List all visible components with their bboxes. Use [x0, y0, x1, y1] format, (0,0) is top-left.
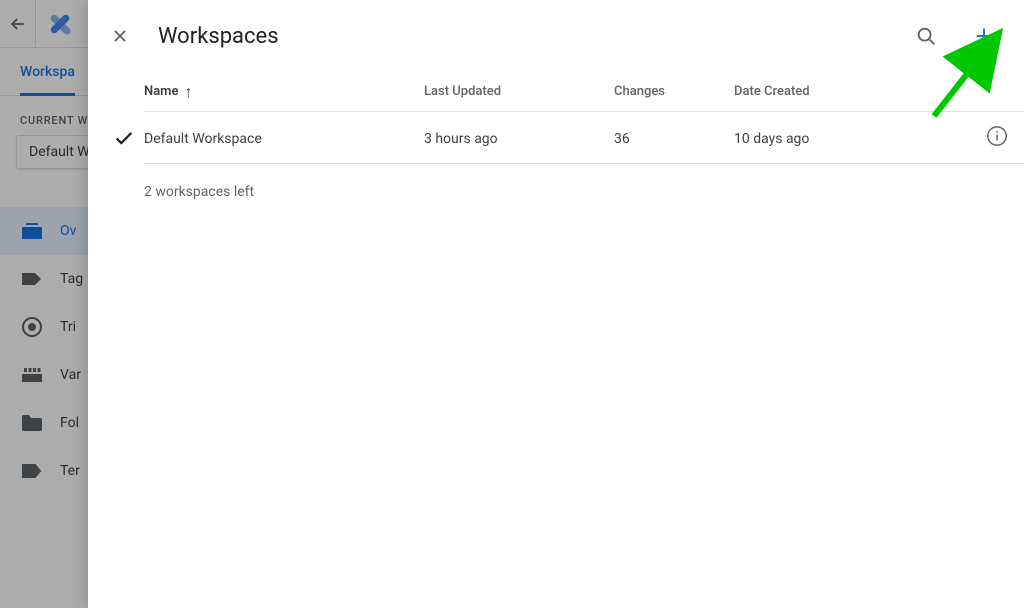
workspaces-left-note: 2 workspaces left	[144, 164, 1024, 220]
col-changes-header[interactable]: Changes	[614, 84, 734, 99]
row-updated: 3 hours ago	[424, 129, 614, 147]
workspaces-modal: Workspaces Name ↑ Last Updated Changes D…	[88, 0, 1024, 608]
col-name-header[interactable]: Name ↑	[144, 82, 424, 102]
modal-header: Workspaces	[88, 0, 1024, 72]
close-button[interactable]	[100, 16, 140, 56]
table-header: Name ↑ Last Updated Changes Date Created	[144, 72, 1024, 112]
col-name-label: Name	[144, 84, 178, 99]
search-icon	[915, 25, 937, 47]
row-info-button[interactable]	[986, 125, 1008, 151]
modal-title: Workspaces	[158, 24, 888, 49]
plus-icon	[973, 25, 995, 47]
active-check	[104, 127, 144, 149]
table-row[interactable]: Default Workspace 3 hours ago 36 10 days…	[144, 112, 1024, 164]
info-icon	[986, 125, 1008, 147]
row-name: Default Workspace	[144, 129, 424, 147]
col-updated-header[interactable]: Last Updated	[424, 84, 614, 99]
close-icon	[110, 26, 130, 46]
check-icon	[113, 127, 135, 149]
add-workspace-button[interactable]	[964, 16, 1004, 56]
sort-asc-icon: ↑	[184, 82, 192, 102]
search-button[interactable]	[906, 16, 946, 56]
col-created-header[interactable]: Date Created	[734, 84, 894, 99]
row-created: 10 days ago	[734, 129, 894, 147]
row-changes: 36	[614, 129, 734, 147]
